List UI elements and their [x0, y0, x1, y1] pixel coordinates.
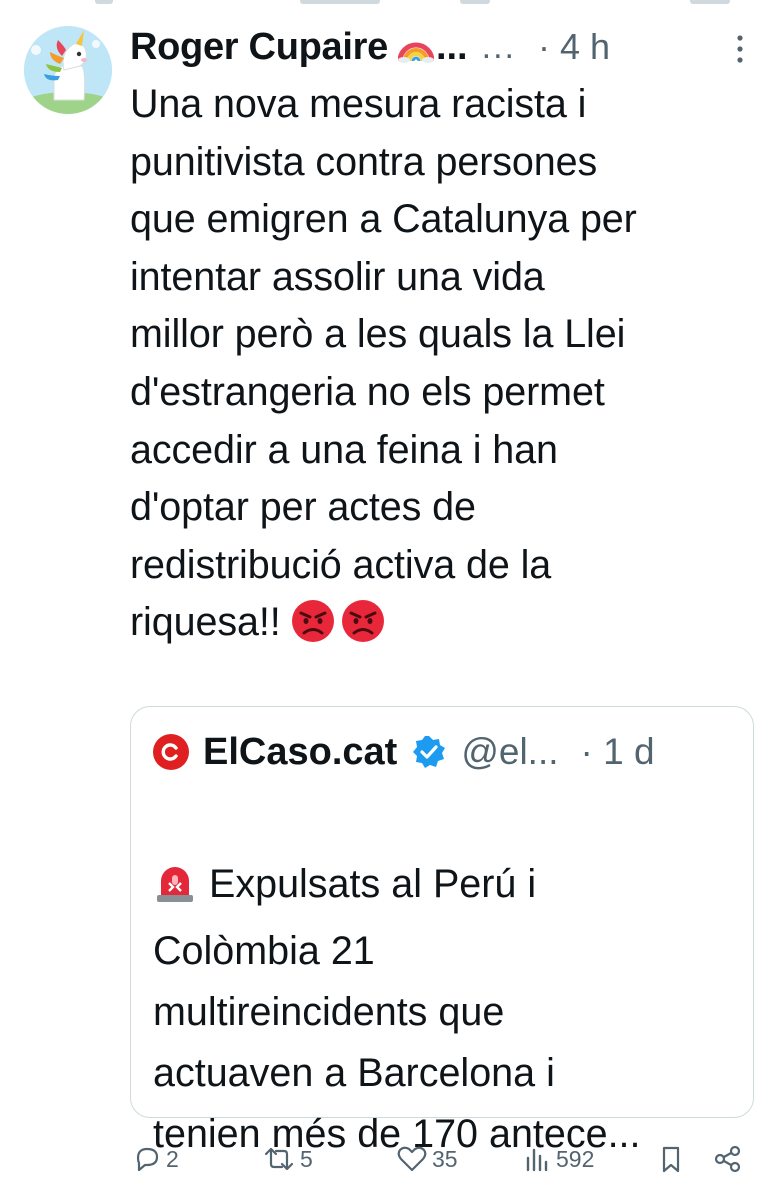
quoted-source-name[interactable]: ElCaso.cat — [203, 731, 397, 774]
bookmark-icon — [662, 1146, 680, 1173]
share-button[interactable] — [712, 1135, 744, 1183]
elcaso-logo-icon — [153, 734, 189, 770]
tweet-header: Roger Cupaire ... ... · 4 h — [130, 22, 770, 72]
quoted-text: Expulsats al Perú i Colòmbia 21 multirei… — [153, 799, 743, 1165]
reply-button[interactable]: 2 — [132, 1135, 179, 1183]
quoted-text-content: Expulsats al Perú i Colòmbia 21 multirei… — [153, 862, 641, 1156]
timestamp[interactable]: · 4 h — [538, 26, 610, 68]
angry-face-icon — [341, 600, 384, 643]
repost-button[interactable]: 5 — [262, 1135, 313, 1183]
name-truncation: ... — [435, 25, 468, 68]
views-count: 592 — [556, 1145, 595, 1172]
unicorn-avatar[interactable] — [24, 26, 112, 114]
handle-truncation[interactable]: ... — [482, 28, 516, 67]
repost-icon — [264, 1147, 294, 1171]
action-bar: 2 5 35 592 — [0, 1135, 782, 1183]
rainbow-icon — [397, 31, 434, 63]
police-siren-icon — [153, 799, 197, 921]
verified-badge-icon — [411, 734, 447, 770]
quoted-tweet[interactable]: ElCaso.cat @el... · 1 d Expulsats al Per… — [130, 706, 754, 1156]
angry-face-icon — [291, 600, 334, 643]
views-chart-icon — [526, 1148, 548, 1172]
reply-count: 2 — [166, 1145, 179, 1172]
quoted-tweet-header: ElCaso.cat @el... · 1 d — [153, 727, 743, 777]
author-name[interactable]: Roger Cupaire — [130, 26, 388, 69]
views-button[interactable]: 592 — [522, 1135, 594, 1183]
tweet[interactable]: Roger Cupaire ... ... · 4 h Una nova mes… — [0, 0, 782, 1200]
share-icon — [714, 1145, 741, 1173]
more-options-icon[interactable] — [730, 32, 750, 66]
unicorn-icon — [24, 26, 112, 114]
reply-icon — [136, 1147, 159, 1172]
quoted-handle[interactable]: @el... — [461, 731, 558, 773]
tweet-text-content: Una nova mesura racista i punitivista co… — [130, 82, 637, 645]
quoted-timestamp[interactable]: · 1 d — [581, 731, 655, 773]
repost-count: 5 — [300, 1145, 313, 1172]
heart-icon — [397, 1146, 427, 1172]
like-count: 35 — [432, 1145, 458, 1172]
tweet-text: Una nova mesura racista i punitivista co… — [130, 76, 770, 652]
emoji-row — [291, 599, 385, 643]
bookmark-button[interactable] — [656, 1135, 686, 1183]
like-button[interactable]: 35 — [396, 1135, 458, 1183]
